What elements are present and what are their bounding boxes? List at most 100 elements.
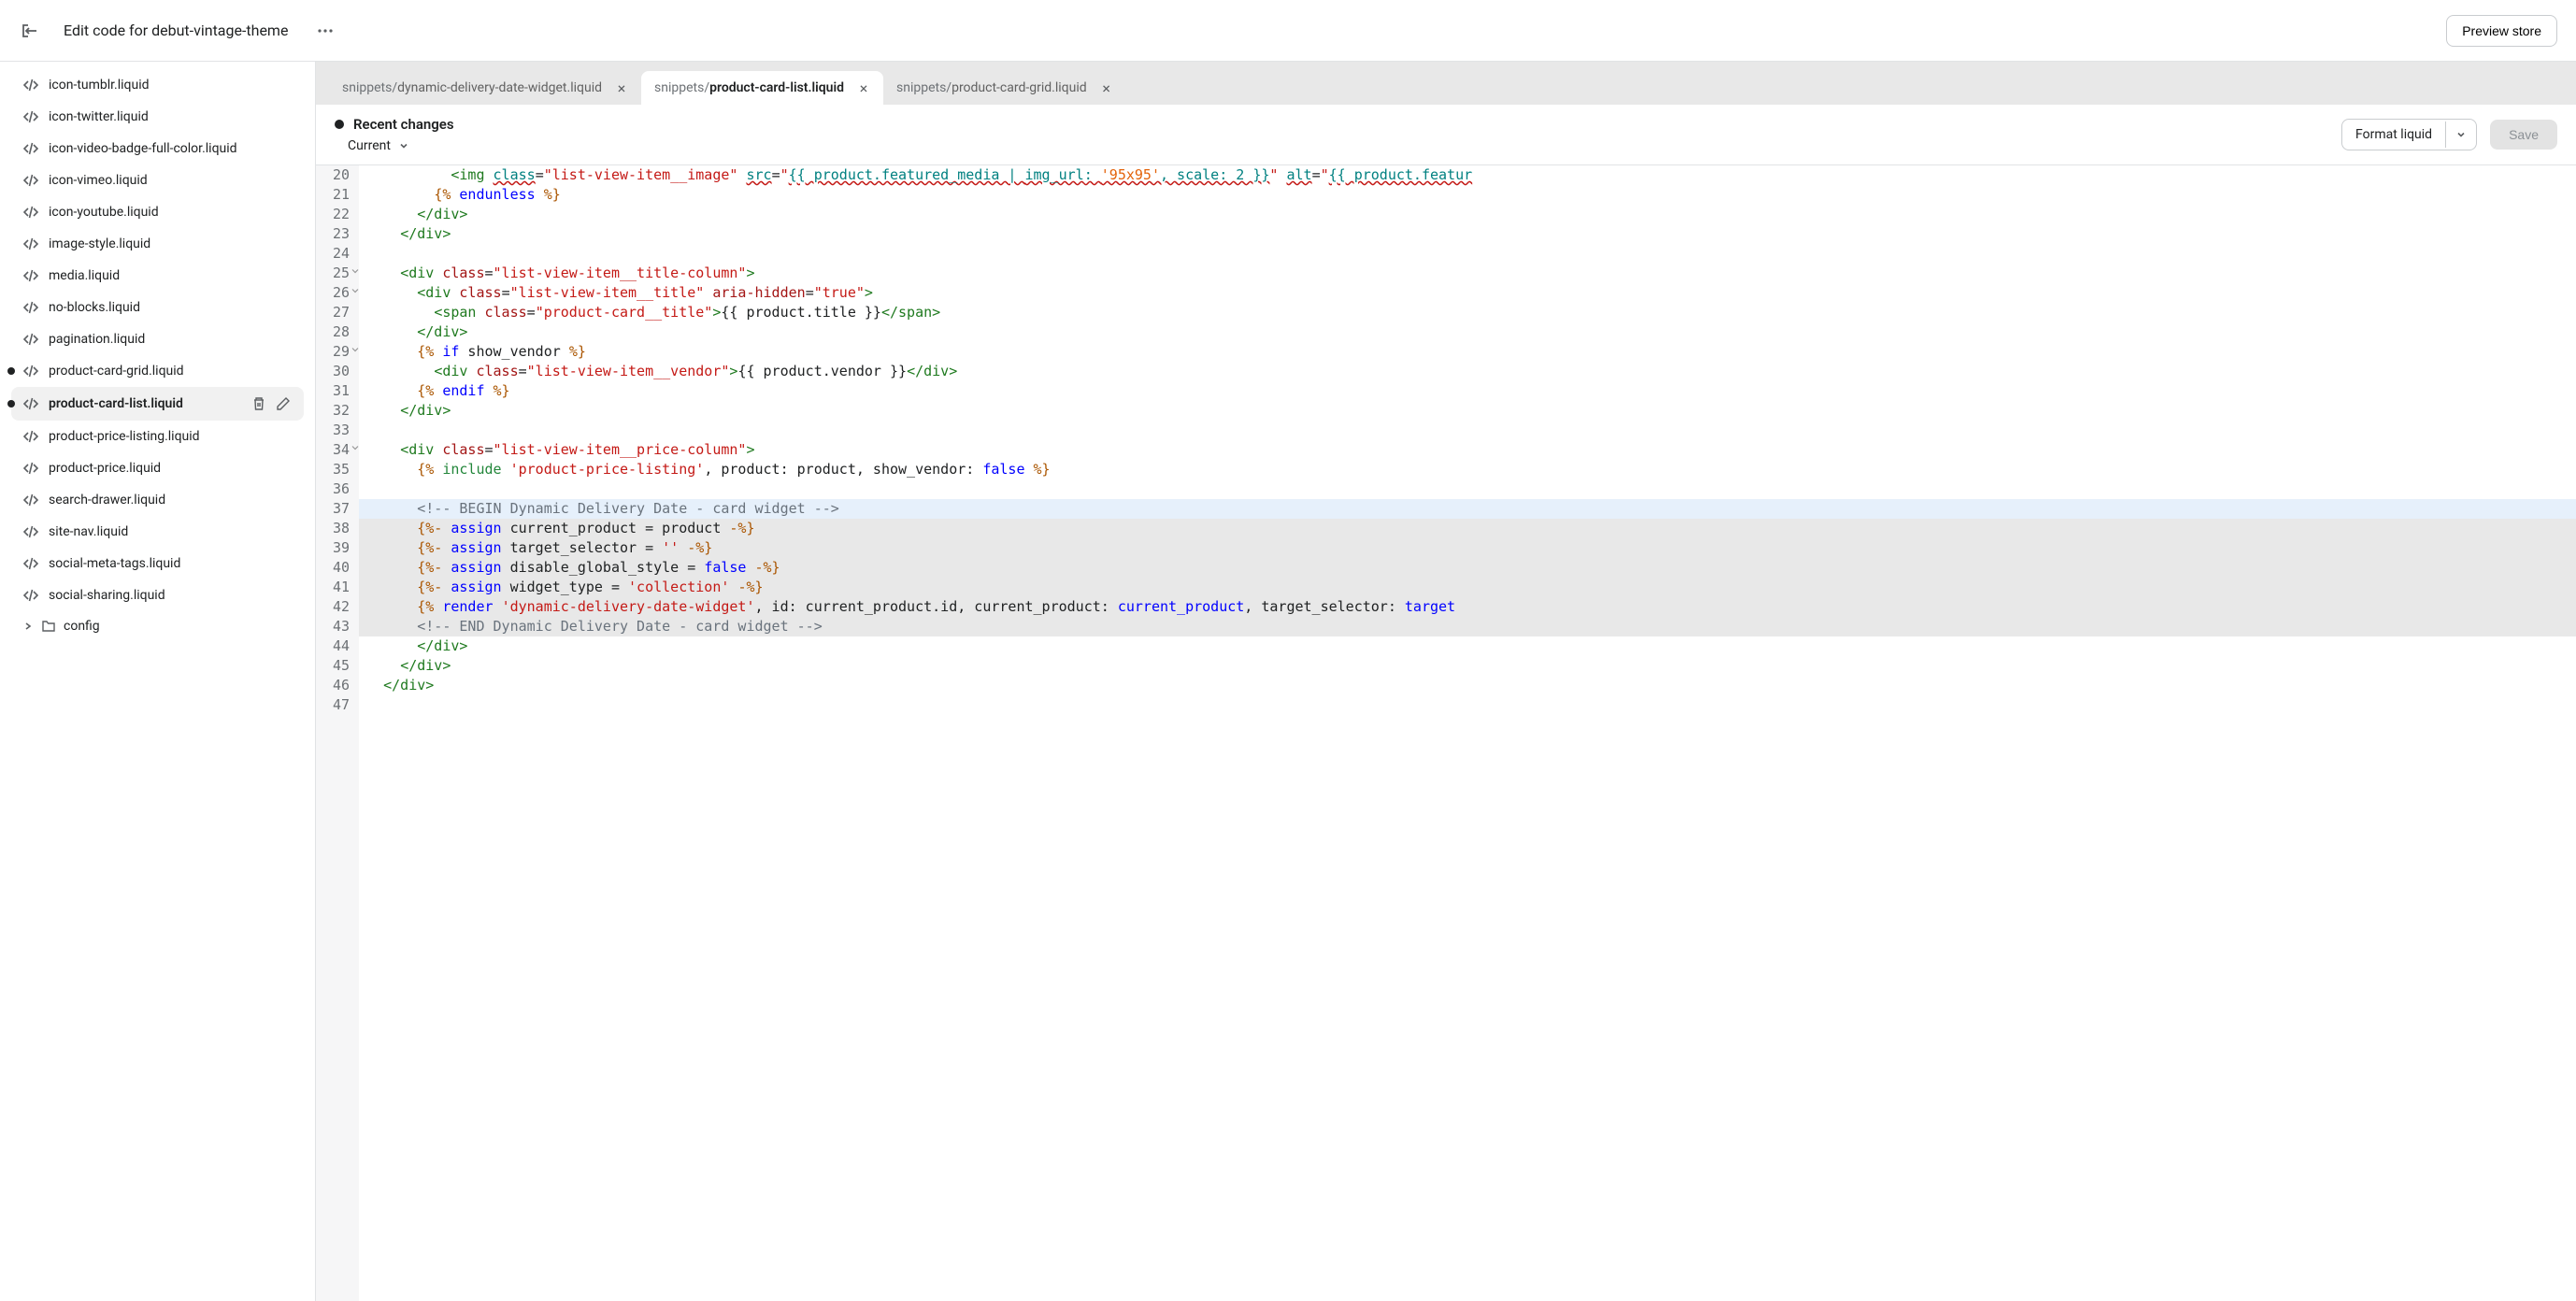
sidebar-file-item[interactable]: search-drawer.liquid [11, 484, 304, 516]
sidebar-file-item[interactable]: social-meta-tags.liquid [11, 548, 304, 579]
code-line[interactable] [359, 479, 2576, 499]
code-line[interactable] [359, 421, 2576, 440]
code-line[interactable]: </div> [359, 205, 2576, 224]
code-line[interactable]: {%- assign target_selector = '' -%} [359, 538, 2576, 558]
code-line[interactable]: <div class="list-view-item__price-column… [359, 440, 2576, 460]
sidebar-file-item[interactable]: media.liquid [11, 260, 304, 292]
delete-button[interactable] [250, 394, 268, 413]
code-line[interactable]: {% include 'product-price-listing', prod… [359, 460, 2576, 479]
code-line[interactable]: </div> [359, 401, 2576, 421]
code-line[interactable]: {% endunless %} [359, 185, 2576, 205]
code-line[interactable]: <!-- END Dynamic Delivery Date - card wi… [359, 617, 2576, 636]
fold-chevron-icon[interactable] [351, 444, 359, 451]
sidebar-file-item[interactable]: icon-video-badge-full-color.liquid [11, 133, 304, 164]
fold-chevron-icon[interactable] [351, 267, 359, 275]
sidebar-file-item[interactable]: product-card-list.liquid [11, 387, 304, 421]
edit-button[interactable] [274, 394, 293, 413]
sidebar-file-item[interactable]: pagination.liquid [11, 323, 304, 355]
code-line[interactable]: <div class="list-view-item__vendor">{{ p… [359, 362, 2576, 381]
file-name: icon-tumblr.liquid [49, 78, 293, 93]
code-line[interactable]: {% endif %} [359, 381, 2576, 401]
code-line[interactable] [359, 244, 2576, 264]
code-line[interactable]: </div> [359, 224, 2576, 244]
line-number: 37 [316, 499, 359, 519]
sidebar-file-item[interactable]: icon-youtube.liquid [11, 196, 304, 228]
code-line[interactable]: </div> [359, 656, 2576, 676]
file-name: social-meta-tags.liquid [49, 556, 293, 571]
tab[interactable]: snippets/product-card-list.liquid× [641, 71, 883, 105]
file-name: icon-video-badge-full-color.liquid [49, 141, 293, 156]
preview-store-button[interactable]: Preview store [2446, 15, 2557, 47]
sidebar-file-item[interactable]: icon-tumblr.liquid [11, 69, 304, 101]
tabs: snippets/dynamic-delivery-date-widget.li… [316, 62, 2576, 105]
sidebar-file-item[interactable]: no-blocks.liquid [11, 292, 304, 323]
code-line[interactable]: {%- assign current_product = product -%} [359, 519, 2576, 538]
gutter: 2021222324252627282930313233343536373839… [316, 165, 359, 1301]
fold-chevron-icon[interactable] [351, 346, 359, 353]
version-dropdown[interactable]: Current [335, 138, 454, 153]
code-icon [22, 555, 39, 572]
toolbar: Recent changes Current Format liquid Sav… [316, 105, 2576, 165]
tab-close-button[interactable]: × [1100, 81, 1113, 94]
format-dropdown-button[interactable] [2445, 122, 2476, 148]
code-line[interactable]: </div> [359, 676, 2576, 695]
sidebar-file-item[interactable]: product-card-grid.liquid [11, 355, 304, 387]
sidebar-file-item[interactable]: social-sharing.liquid [11, 579, 304, 611]
code-lines[interactable]: <img class="list-view-item__image" src="… [359, 165, 2576, 1301]
line-number: 41 [316, 578, 359, 597]
line-number: 42 [316, 597, 359, 617]
file-name: icon-vimeo.liquid [49, 173, 293, 188]
more-button[interactable] [310, 16, 340, 46]
code-line[interactable]: <div class="list-view-item__title-column… [359, 264, 2576, 283]
header-left: Edit code for debut-vintage-theme [19, 16, 340, 46]
line-number: 36 [316, 479, 359, 499]
file-name: no-blocks.liquid [49, 300, 293, 315]
code-line[interactable]: {%- assign disable_global_style = false … [359, 558, 2576, 578]
sidebar-file-item[interactable]: image-style.liquid [11, 228, 304, 260]
sidebar-file-item[interactable]: product-price.liquid [11, 452, 304, 484]
line-number: 33 [316, 421, 359, 440]
file-actions [250, 394, 293, 413]
format-liquid-label: Format liquid [2342, 120, 2445, 150]
sidebar-folder-item[interactable]: config [11, 611, 304, 641]
code-line[interactable] [359, 695, 2576, 715]
sidebar-file-item[interactable]: icon-twitter.liquid [11, 101, 304, 133]
tab-close-button[interactable]: × [857, 81, 870, 94]
sidebar-file-item[interactable]: site-nav.liquid [11, 516, 304, 548]
code-icon [22, 236, 39, 252]
dots-icon [316, 21, 335, 40]
sidebar-file-item[interactable]: icon-vimeo.liquid [11, 164, 304, 196]
chevron-down-icon [398, 140, 409, 151]
code-line[interactable]: {% if show_vendor %} [359, 342, 2576, 362]
code-editor[interactable]: 2021222324252627282930313233343536373839… [316, 165, 2576, 1301]
sidebar[interactable]: icon-tumblr.liquid icon-twitter.liquid ico… [0, 62, 316, 1301]
code-line[interactable]: <span class="product-card__title">{{ pro… [359, 303, 2576, 322]
code-line[interactable]: <div class="list-view-item__title" aria-… [359, 283, 2576, 303]
tab[interactable]: snippets/dynamic-delivery-date-widget.li… [329, 71, 641, 105]
file-name: search-drawer.liquid [49, 493, 293, 508]
back-button[interactable] [19, 20, 41, 42]
file-name: image-style.liquid [49, 236, 293, 251]
code-line[interactable]: {%- assign widget_type = 'collection' -%… [359, 578, 2576, 597]
modified-dot-icon [335, 120, 344, 129]
code-line[interactable]: </div> [359, 636, 2576, 656]
recent-changes-label: Recent changes [353, 116, 454, 133]
tab-close-button[interactable]: × [615, 81, 628, 94]
sidebar-file-item[interactable]: product-price-listing.liquid [11, 421, 304, 452]
code-line[interactable]: <!-- BEGIN Dynamic Delivery Date - card … [359, 499, 2576, 519]
tab[interactable]: snippets/product-card-grid.liquid× [883, 71, 1126, 105]
line-number: 24 [316, 244, 359, 264]
file-name: media.liquid [49, 268, 293, 283]
code-icon [22, 172, 39, 189]
format-liquid-button[interactable]: Format liquid [2341, 119, 2477, 150]
save-button[interactable]: Save [2490, 120, 2557, 150]
code-icon [22, 523, 39, 540]
code-line[interactable]: {% render 'dynamic-delivery-date-widget'… [359, 597, 2576, 617]
line-number: 46 [316, 676, 359, 695]
code-line[interactable]: </div> [359, 322, 2576, 342]
main: icon-tumblr.liquid icon-twitter.liquid ico… [0, 62, 2576, 1301]
fold-chevron-icon[interactable] [351, 287, 359, 294]
code-line[interactable]: <img class="list-view-item__image" src="… [359, 165, 2576, 185]
code-icon [22, 492, 39, 508]
chevron-right-icon [22, 621, 34, 632]
